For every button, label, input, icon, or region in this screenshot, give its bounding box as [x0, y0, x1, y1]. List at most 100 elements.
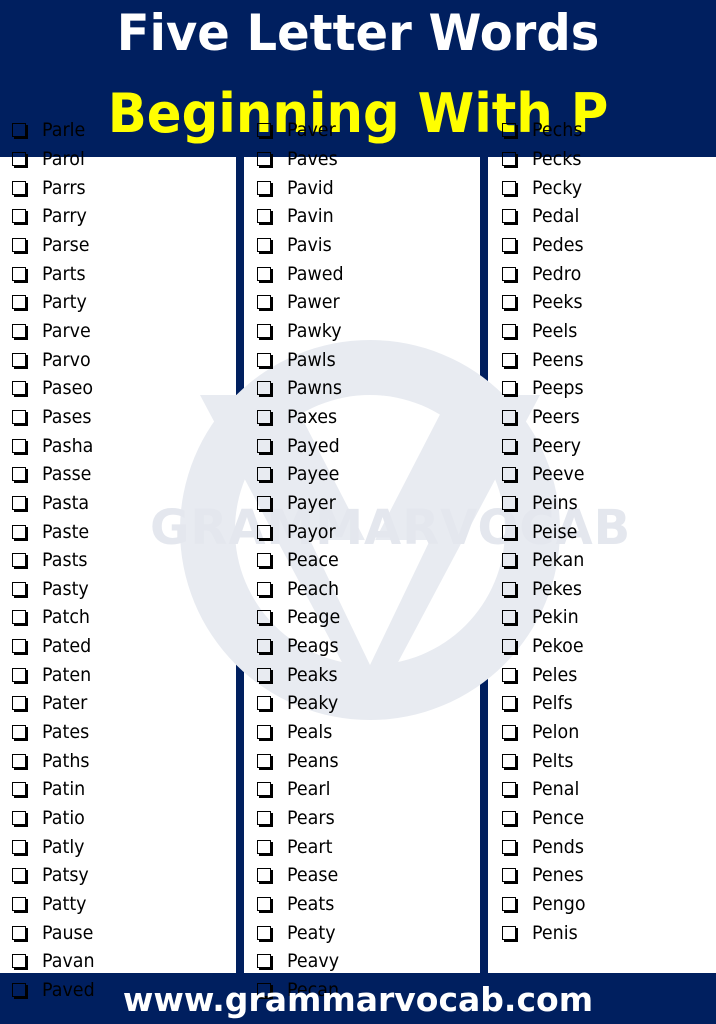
checkbox-icon[interactable]	[502, 209, 516, 224]
checkbox-icon[interactable]	[502, 839, 516, 854]
word-list-item[interactable]: Pater	[10, 689, 99, 718]
checkbox-icon[interactable]	[502, 323, 516, 338]
word-list-item[interactable]: Peaky	[255, 689, 349, 718]
checkbox-icon[interactable]	[257, 782, 271, 797]
checkbox-icon[interactable]	[502, 553, 516, 568]
word-list-item[interactable]: Penal	[500, 775, 590, 804]
word-list-item[interactable]: Peise	[500, 517, 590, 546]
word-list-item[interactable]: Paxes	[255, 403, 349, 432]
checkbox-icon[interactable]	[12, 495, 26, 510]
checkbox-icon[interactable]	[12, 524, 26, 539]
checkbox-icon[interactable]	[12, 954, 26, 969]
word-list-item[interactable]: Peins	[500, 489, 590, 518]
checkbox-icon[interactable]	[12, 811, 26, 826]
checkbox-icon[interactable]	[12, 237, 26, 252]
checkbox-icon[interactable]	[502, 123, 516, 138]
checkbox-icon[interactable]	[12, 151, 26, 166]
checkbox-icon[interactable]	[502, 868, 516, 883]
word-list-item[interactable]: Parle	[10, 116, 99, 145]
word-list-item[interactable]: Peaks	[255, 660, 349, 689]
word-list-item[interactable]: Paves	[255, 145, 349, 174]
word-list-item[interactable]: Peeks	[500, 288, 590, 317]
word-list-item[interactable]: Pelon	[500, 718, 590, 747]
checkbox-icon[interactable]	[502, 667, 516, 682]
checkbox-icon[interactable]	[257, 323, 271, 338]
word-list-item[interactable]: Pause	[10, 918, 99, 947]
checkbox-icon[interactable]	[257, 954, 271, 969]
word-list-item[interactable]: Paste	[10, 517, 99, 546]
word-list-item[interactable]: Peach	[255, 575, 349, 604]
checkbox-icon[interactable]	[257, 667, 271, 682]
checkbox-icon[interactable]	[257, 696, 271, 711]
checkbox-icon[interactable]	[12, 381, 26, 396]
checkbox-icon[interactable]	[257, 610, 271, 625]
checkbox-icon[interactable]	[502, 696, 516, 711]
word-list-item[interactable]: Parrs	[10, 173, 99, 202]
word-list-item[interactable]: Payor	[255, 517, 349, 546]
word-list-item[interactable]: Peeps	[500, 374, 590, 403]
checkbox-icon[interactable]	[12, 352, 26, 367]
checkbox-icon[interactable]	[257, 925, 271, 940]
word-list-item[interactable]: Pedal	[500, 202, 590, 231]
checkbox-icon[interactable]	[12, 667, 26, 682]
word-list-item[interactable]: Pawns	[255, 374, 349, 403]
word-list-item[interactable]: Pecky	[500, 173, 590, 202]
checkbox-icon[interactable]	[502, 151, 516, 166]
checkbox-icon[interactable]	[257, 180, 271, 195]
word-list-item[interactable]: Peart	[255, 832, 349, 861]
word-list-item[interactable]: Pearl	[255, 775, 349, 804]
checkbox-icon[interactable]	[257, 581, 271, 596]
word-list-item[interactable]: Patty	[10, 890, 99, 919]
checkbox-icon[interactable]	[257, 839, 271, 854]
word-list-item[interactable]: Patsy	[10, 861, 99, 890]
word-list-item[interactable]: Pecks	[500, 145, 590, 174]
word-list-item[interactable]: Pechs	[500, 116, 590, 145]
word-list-item[interactable]: Patch	[10, 603, 99, 632]
checkbox-icon[interactable]	[502, 725, 516, 740]
checkbox-icon[interactable]	[12, 438, 26, 453]
checkbox-icon[interactable]	[257, 524, 271, 539]
word-list-item[interactable]: Penis	[500, 918, 590, 947]
word-list-item[interactable]: Patly	[10, 832, 99, 861]
checkbox-icon[interactable]	[12, 581, 26, 596]
checkbox-icon[interactable]	[257, 811, 271, 826]
word-list-item[interactable]: Parts	[10, 259, 99, 288]
checkbox-icon[interactable]	[12, 725, 26, 740]
checkbox-icon[interactable]	[12, 782, 26, 797]
word-list-item[interactable]: Penes	[500, 861, 590, 890]
checkbox-icon[interactable]	[502, 409, 516, 424]
checkbox-icon[interactable]	[502, 639, 516, 654]
word-list-item[interactable]: Pelfs	[500, 689, 590, 718]
checkbox-icon[interactable]	[257, 409, 271, 424]
checkbox-icon[interactable]	[12, 323, 26, 338]
word-list-item[interactable]: Pavan	[10, 947, 99, 976]
word-list-item[interactable]: Pekin	[500, 603, 590, 632]
word-list-item[interactable]: Peags	[255, 632, 349, 661]
word-list-item[interactable]: Paseo	[10, 374, 99, 403]
word-list-item[interactable]: Parvo	[10, 345, 99, 374]
word-list-item[interactable]: Payer	[255, 489, 349, 518]
checkbox-icon[interactable]	[502, 581, 516, 596]
word-list-item[interactable]: Peavy	[255, 947, 349, 976]
word-list-item[interactable]: Pases	[10, 403, 99, 432]
checkbox-icon[interactable]	[12, 467, 26, 482]
checkbox-icon[interactable]	[502, 495, 516, 510]
checkbox-icon[interactable]	[502, 381, 516, 396]
checkbox-icon[interactable]	[502, 180, 516, 195]
word-list-item[interactable]: Peeve	[500, 460, 590, 489]
word-list-item[interactable]: Pavin	[255, 202, 349, 231]
word-list-item[interactable]: Pawer	[255, 288, 349, 317]
checkbox-icon[interactable]	[257, 639, 271, 654]
checkbox-icon[interactable]	[257, 725, 271, 740]
word-list-item[interactable]: Pawls	[255, 345, 349, 374]
checkbox-icon[interactable]	[502, 811, 516, 826]
word-list-item[interactable]: Pedes	[500, 231, 590, 260]
checkbox-icon[interactable]	[502, 467, 516, 482]
checkbox-icon[interactable]	[12, 897, 26, 912]
word-list-item[interactable]: Paten	[10, 660, 99, 689]
checkbox-icon[interactable]	[257, 897, 271, 912]
checkbox-icon[interactable]	[12, 639, 26, 654]
checkbox-icon[interactable]	[502, 237, 516, 252]
word-list-item[interactable]: Peaty	[255, 918, 349, 947]
checkbox-icon[interactable]	[257, 237, 271, 252]
